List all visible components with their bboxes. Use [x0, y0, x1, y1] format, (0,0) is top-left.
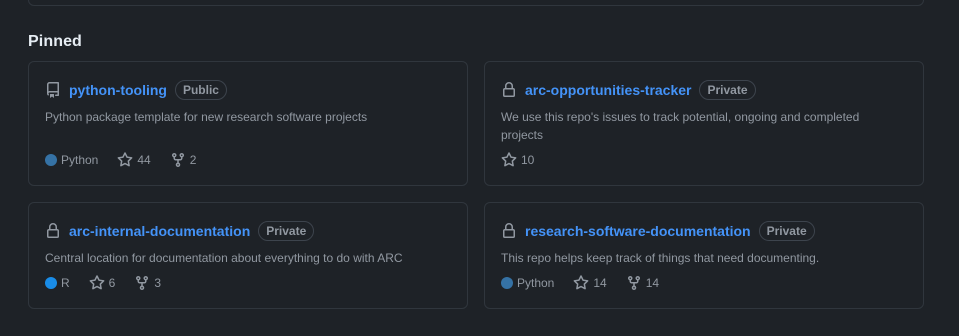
repo-icon	[45, 82, 61, 98]
repo-header: arc-opportunities-tracker Private	[501, 80, 756, 100]
forks-link[interactable]: 14	[626, 275, 659, 291]
repo-meta: 10	[501, 152, 553, 168]
stars-count: 6	[108, 276, 116, 290]
stars-link[interactable]: 14	[573, 275, 607, 291]
language-color-dot	[45, 154, 57, 166]
language-color-dot	[45, 277, 57, 289]
forks-link[interactable]: 3	[134, 275, 161, 291]
pinned-repo-card: arc-opportunities-tracker Private We use…	[484, 61, 924, 186]
repo-language: R	[45, 276, 70, 290]
visibility-badge: Private	[258, 221, 315, 241]
forks-count: 14	[645, 276, 660, 290]
repo-meta: R 6 3	[45, 275, 180, 291]
star-icon	[117, 152, 133, 167]
repo-name-link[interactable]: arc-opportunities-tracker	[525, 82, 691, 98]
previous-section-card	[28, 0, 924, 6]
visibility-badge: Private	[758, 221, 815, 241]
lock-icon	[501, 82, 517, 98]
repo-language: Python	[501, 276, 554, 290]
fork-icon	[136, 276, 149, 291]
repo-name-link[interactable]: research-software-documentation	[525, 223, 751, 239]
star-icon	[501, 152, 517, 167]
repo-description: Central location for documentation about…	[45, 251, 403, 265]
language-label: Python	[61, 153, 99, 167]
repo-meta: Python 44 2	[45, 152, 215, 168]
pinned-repo-card: python-tooling Public Python package tem…	[28, 61, 468, 186]
star-icon	[573, 275, 589, 290]
language-label: Python	[517, 276, 555, 290]
lock-icon	[501, 223, 517, 239]
stars-link[interactable]: 44	[117, 152, 151, 168]
repo-name-link[interactable]: python-tooling	[69, 82, 167, 98]
fork-icon	[627, 276, 640, 291]
forks-count: 3	[154, 276, 162, 290]
language-label: R	[61, 276, 70, 290]
repo-header: arc-internal-documentation Private	[45, 221, 315, 241]
repo-meta: Python 14 14	[501, 275, 678, 291]
stars-count: 44	[137, 153, 151, 167]
forks-count: 2	[189, 153, 197, 167]
repo-header: python-tooling Public	[45, 80, 227, 100]
stars-link[interactable]: 10	[501, 152, 534, 168]
stars-count: 14	[593, 276, 607, 290]
stars-count: 10	[521, 153, 535, 167]
visibility-badge: Private	[699, 80, 756, 100]
repo-description: We use this repo's issues to track poten…	[501, 110, 860, 142]
forks-link[interactable]: 2	[170, 152, 197, 168]
section-title: Pinned	[28, 33, 82, 50]
fork-icon	[171, 153, 184, 168]
star-icon	[89, 275, 105, 290]
lock-icon	[45, 223, 61, 239]
visibility-badge: Public	[174, 80, 227, 100]
language-color-dot	[501, 277, 513, 289]
pinned-repo-card: research-software-documentation Private …	[484, 202, 924, 309]
repo-language: Python	[45, 153, 98, 167]
repo-name-link[interactable]: arc-internal-documentation	[69, 223, 250, 239]
stars-link[interactable]: 6	[89, 275, 116, 291]
repo-header: research-software-documentation Private	[501, 221, 815, 241]
repo-description: Python package template for new research…	[45, 110, 368, 124]
pinned-repo-card: arc-internal-documentation Private Centr…	[28, 202, 468, 309]
repo-description: This repo helps keep track of things tha…	[501, 251, 820, 265]
